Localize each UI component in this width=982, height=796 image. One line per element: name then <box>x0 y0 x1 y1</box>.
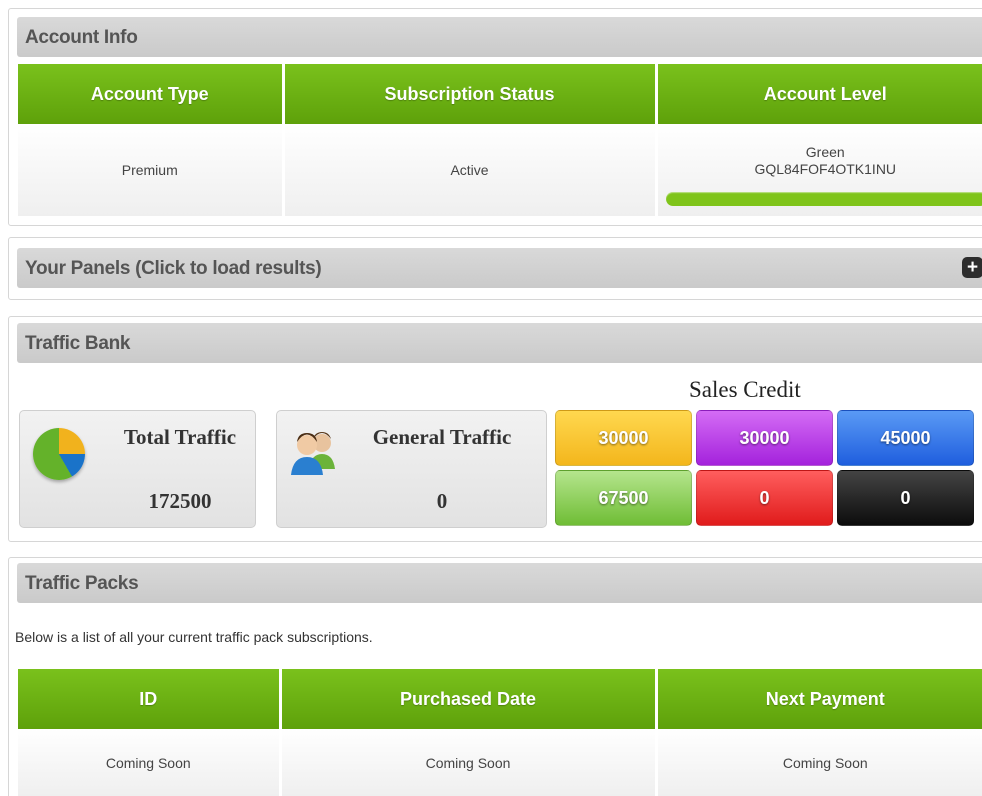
column-id: ID <box>18 669 282 729</box>
traffic-packs-title: Traffic Packs <box>25 573 139 594</box>
account-info-title: Account Info <box>25 27 138 48</box>
sales-credit-yellow: 30000 <box>555 410 692 466</box>
traffic-bank-title: Traffic Bank <box>25 333 131 354</box>
your-panels-title[interactable]: Your Panels (Click to load results) <box>25 258 322 280</box>
traffic-packs-intro: Below is a list of all your current traf… <box>15 629 373 645</box>
your-panels-panel: Your Panels (Click to load results) + <box>8 237 982 300</box>
column-next-payment: Next Payment <box>656 669 982 729</box>
sales-credit-blue: 45000 <box>837 410 974 466</box>
sales-credit-purple: 30000 <box>696 410 833 466</box>
column-purchased-date: Purchased Date <box>280 669 658 729</box>
column-account-level: Account Level <box>656 64 982 124</box>
total-traffic-label: Total Traffic <box>123 425 237 449</box>
table-row: Premium Active Green GQL84FOF4OTK1INU <box>18 124 982 216</box>
users-icon <box>291 432 335 475</box>
account-info-panel: Account Info Account Type Subscription S… <box>8 8 982 226</box>
sales-credit-green: 67500 <box>555 470 692 526</box>
your-panels-header[interactable]: Your Panels (Click to load results) <box>17 248 982 288</box>
account-info-header: Account Info <box>17 17 982 57</box>
general-traffic-label: General Traffic <box>372 425 512 449</box>
account-level-cell: Green GQL84FOF4OTK1INU <box>656 124 982 216</box>
column-account-type: Account Type <box>18 64 285 124</box>
account-level-code: GQL84FOF4OTK1INU <box>754 161 897 177</box>
general-traffic-box: General Traffic 0 <box>276 410 547 528</box>
total-traffic-value: 172500 <box>148 489 212 513</box>
traffic-packs-header: Traffic Packs <box>17 563 982 603</box>
account-type-value: Premium <box>18 124 285 216</box>
account-info-table: Account Type Subscription Status Account… <box>18 64 982 216</box>
account-level-bar <box>665 192 982 206</box>
sales-credit-title: Sales Credit <box>689 377 801 402</box>
total-traffic-box: Total Traffic 172500 <box>19 410 256 528</box>
traffic-bank-panel: Traffic Bank Total Traffic 172500 Genera… <box>8 316 982 542</box>
sales-credit-red: 0 <box>696 470 833 526</box>
general-traffic-value: 0 <box>436 489 448 513</box>
pack-purchased-date-cell: Coming Soon <box>280 729 658 796</box>
account-level-name: Green <box>805 144 845 160</box>
pack-next-payment-cell: Coming Soon <box>656 729 982 796</box>
pack-id-cell: Coming Soon <box>18 729 282 796</box>
subscription-status-value: Active <box>283 124 658 216</box>
plus-icon[interactable]: + <box>962 257 982 278</box>
column-subscription-status: Subscription Status <box>283 64 658 124</box>
traffic-packs-panel: Traffic Packs Below is a list of all you… <box>8 557 982 796</box>
table-row: Coming Soon Coming Soon Coming Soon <box>18 729 982 796</box>
traffic-bank-header: Traffic Bank <box>17 323 982 363</box>
traffic-packs-table: ID Purchased Date Next Payment Coming So… <box>18 669 982 796</box>
pie-chart-icon <box>33 428 85 480</box>
sales-credit-black: 0 <box>837 470 974 526</box>
